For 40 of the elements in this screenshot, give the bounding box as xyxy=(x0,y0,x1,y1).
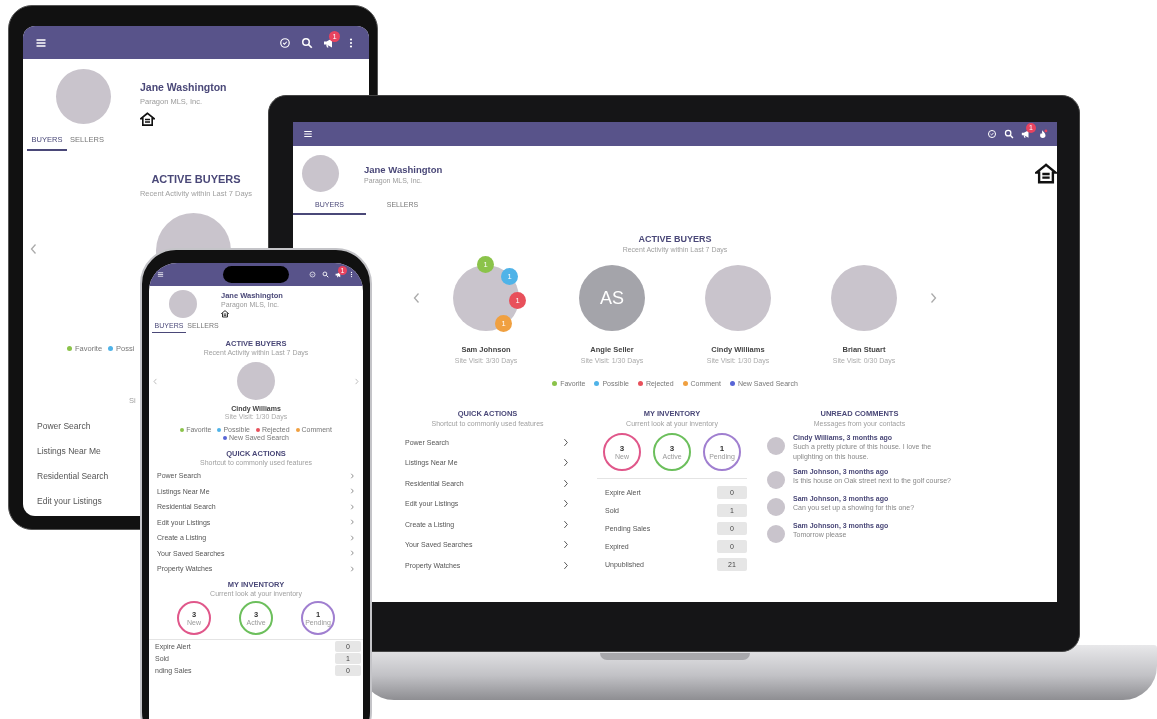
avatar-placeholder xyxy=(767,470,785,489)
avatar-placeholder xyxy=(767,437,785,455)
equal-housing-logo xyxy=(221,310,229,318)
chevron-right-icon xyxy=(349,503,355,510)
equal-housing-logo xyxy=(1035,163,1057,185)
photo-placeholder xyxy=(302,155,339,192)
ring-count: 3 xyxy=(619,444,625,453)
menu-icon[interactable] xyxy=(157,271,164,278)
quick-action-item[interactable]: Edit your Listings xyxy=(37,488,102,513)
chevron-right-icon xyxy=(349,488,355,495)
quick-action-item[interactable]: Listings Near Me xyxy=(37,438,101,463)
flame-icon[interactable] xyxy=(1038,129,1048,139)
chevron-right-icon xyxy=(349,472,355,479)
menu-icon[interactable] xyxy=(303,129,313,139)
chevron-right-icon xyxy=(349,534,355,541)
search-icon[interactable] xyxy=(1004,129,1014,139)
megaphone-icon[interactable] xyxy=(1021,129,1031,139)
agent-name: Jane Washington xyxy=(364,164,443,175)
more-icon[interactable] xyxy=(348,271,355,278)
initials-avatar: AS xyxy=(579,265,645,331)
ring-count: 3 xyxy=(669,444,675,453)
quick-action-item[interactable]: Power Search xyxy=(37,413,91,438)
chevron-right-icon xyxy=(349,565,355,572)
camera-notch xyxy=(223,266,289,283)
ring-count: 1 xyxy=(719,444,725,453)
agent-name: Jane Washington xyxy=(140,81,227,93)
chevron-right-icon xyxy=(349,519,355,526)
photo-placeholder xyxy=(169,290,197,318)
search-icon[interactable] xyxy=(322,271,329,278)
section-title: ACTIVE BUYERS xyxy=(637,234,713,244)
search-icon[interactable] xyxy=(301,36,313,49)
quick-action-item[interactable]: Residential Search xyxy=(37,463,109,488)
menu-icon[interactable] xyxy=(35,36,47,49)
photo-placeholder xyxy=(56,69,111,124)
avatar-placeholder xyxy=(767,497,785,516)
chevron-right-icon xyxy=(561,437,570,447)
avatar-placeholder xyxy=(767,524,785,543)
equal-housing-logo xyxy=(140,112,155,127)
photo-placeholder xyxy=(237,362,275,400)
chevron-right-icon xyxy=(349,550,355,557)
